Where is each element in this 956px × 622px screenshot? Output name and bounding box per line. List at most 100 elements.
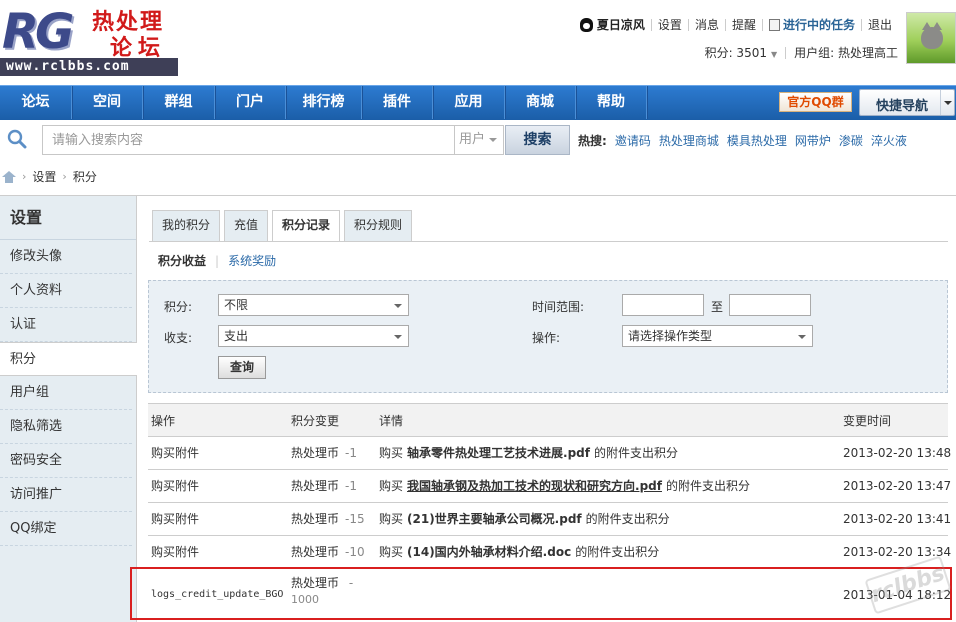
to-label: 至 [711,300,724,314]
main-content: 我的积分 充值 积分记录 积分规则 积分收益 | 系统奖励 积分: 不限 收支: 支出… [137,196,956,622]
nav-item[interactable]: 群组 [143,86,215,119]
logout-link[interactable]: 退出 [860,19,898,31]
row-detail: 购买 轴承零件热处理工艺技术进展.pdf 的附件支出积分 [379,437,678,469]
row-operation: 购买附件 [151,512,200,526]
row-detail-prefix: 购买 [379,545,404,559]
row-operation: 购买附件 [151,479,200,493]
row-operation: 购买附件 [151,446,200,460]
end-date-input[interactable] [729,294,811,316]
operation-value: 请选择操作类型 [628,329,713,343]
sidebar-item[interactable]: 访问推广 [0,478,132,512]
operation-label: 操作: [532,331,561,345]
sidebar-item[interactable]: 认证 [0,308,132,342]
hot-search-link[interactable]: 淬火液 [871,132,907,149]
nav-item[interactable]: 排行榜 [286,86,362,119]
settings-sidebar: 设置 修改头像 个人资料 认证 积分 用户组 隐私筛选 密码安全 访问推广 QQ绑定 [0,196,137,622]
qq-group-button[interactable]: 官方QQ群 [779,92,852,112]
row-detail: 购买 (14)国内外轴承材料介绍.doc 的附件支出积分 [379,536,659,568]
income-filter-value: 支出 [224,329,249,343]
operation-select[interactable]: 请选择操作类型 [622,325,813,347]
nav-item[interactable]: 帮助 [576,86,647,119]
home-icon[interactable] [2,170,16,183]
row-attachment-link[interactable]: 轴承零件热处理工艺技术进展.pdf [407,446,590,460]
row-detail-prefix: 购买 [379,446,404,460]
hot-search-link[interactable]: 网带炉 [795,132,831,149]
row-detail-suffix: 的附件支出积分 [585,512,670,526]
settings-link[interactable]: 设置 [650,19,688,31]
hot-search-link[interactable]: 模具热处理 [727,132,787,149]
header-operation: 操作 [151,414,176,428]
points-filter-value: 不限 [224,298,249,312]
subtab-income[interactable]: 积分收益 [158,252,206,269]
points-dropdown[interactable]: 积分: 3501 ▼ [705,44,778,61]
chevron-right-icon: › [22,170,27,183]
avatar[interactable] [906,12,956,64]
hot-search-link[interactable]: 邀请码 [615,132,651,149]
divider [785,46,787,59]
table-body: 购买附件 热处理币 -1 购买 轴承零件热处理工艺技术进展.pdf 的附件支出积分 2013… [148,437,952,621]
row-time: 2013-02-20 13:47 [843,479,952,493]
sidebar-item[interactable]: 个人资料 [0,274,132,308]
row-attachment-link[interactable]: (14)国内外轴承材料介绍.doc [407,545,571,559]
table-row: 购买附件 热处理币 -15 购买 (21)世界主要轴承公司概况.pdf 的附件支出积分 20… [148,503,952,536]
credit-tab[interactable]: 积分记录 [272,210,341,242]
header-detail: 详情 [379,414,404,428]
points-filter-select[interactable]: 不限 [218,294,409,316]
credit-tab[interactable]: 我的积分 [152,210,221,241]
tasks-link[interactable]: 进行中的任务 [761,19,861,31]
sidebar-item[interactable]: 修改头像 [0,240,132,274]
subtab-system-reward[interactable]: 系统奖励 [228,252,276,269]
row-attachment-link[interactable]: (21)世界主要轴承公司概况.pdf [407,512,582,526]
search-icon [7,129,27,149]
cat-avatar-image [921,22,943,49]
table-row: 购买附件 热处理币 -10 购买 (14)国内外轴承材料介绍.doc 的附件支出积分 201… [148,536,951,569]
hot-search-link[interactable]: 渗碳 [839,132,863,149]
row-delta: -1 [345,446,357,460]
search-button[interactable]: 搜索 [505,125,570,155]
reminders-link[interactable]: 提醒 [724,19,762,31]
task-icon [768,19,780,31]
row-time: 2013-02-20 13:41 [843,512,952,526]
credit-tabs: 我的积分 充值 积分记录 积分规则 [152,210,416,242]
start-date-input[interactable] [622,294,704,316]
row-attachment-link[interactable]: 我国轴承钢及热加工技术的现状和研究方向.pdf [407,479,662,493]
sidebar-item[interactable]: QQ绑定 [0,512,132,546]
breadcrumb-settings[interactable]: 设置 [32,168,56,185]
username-link[interactable]: 夏日凉风 [574,18,651,32]
row-operation: logs_credit_update_BGO [151,589,284,600]
site-header: RG 热处理 论坛 www.rclbbs.com 夏日凉风 设置 消息 提醒 进… [0,0,956,85]
credit-tab[interactable]: 积分规则 [344,210,413,241]
points-filter-label: 积分: [164,300,193,314]
sidebar-item[interactable]: 积分 [0,342,137,376]
row-operation: 购买附件 [151,545,200,559]
site-logo[interactable]: RG 热处理 论坛 www.rclbbs.com [0,0,180,78]
nav-item[interactable]: 门户 [215,86,286,119]
nav-item[interactable]: 插件 [362,86,433,119]
nav-item[interactable]: 空间 [72,86,143,119]
income-filter-select[interactable]: 支出 [218,325,409,347]
search-type-select[interactable]: 用户 [454,125,504,155]
table-row: 购买附件 热处理币 -1 购买 我国轴承钢及热加工技术的现状和研究方向.pdf 的附件支出… [148,470,952,503]
sidebar-item[interactable]: 隐私筛选 [0,410,132,444]
sidebar-item[interactable]: 用户组 [0,376,132,410]
messages-link[interactable]: 消息 [687,19,725,31]
nav-item[interactable]: 论坛 [0,86,72,119]
row-currency: 热处理币 [291,479,340,493]
nav-item[interactable]: 应用 [433,86,505,119]
table-row: logs_credit_update_BGO 热处理币 -1000 2013-01-… [148,569,951,621]
breadcrumb: › 设置 › 积分 [0,158,956,196]
credit-tab[interactable]: 充值 [224,210,269,241]
row-currency: 热处理币 [291,512,340,526]
income-filter-label: 收支: [164,331,193,345]
row-detail-suffix: 的附件支出积分 [575,545,660,559]
sidebar-item[interactable]: 密码安全 [0,444,132,478]
hot-search-link[interactable]: 热处理商城 [659,132,719,149]
nav-item[interactable]: 商城 [505,86,576,119]
chevron-down-icon [489,138,497,142]
query-button[interactable]: 查询 [218,356,266,379]
credit-log-table: 操作 积分变更 详情 变更时间 购买附件 热处理币 -1 购买 轴承零件热处理工艺技术进… [148,403,952,621]
search-bar: 用户 搜索 热搜: 邀请码热处理商城模具热处理网带炉渗碳淬火液 [0,120,956,158]
search-input[interactable] [42,125,454,155]
quick-nav-button[interactable]: 快捷导航 [859,89,955,116]
row-detail-prefix: 购买 [379,512,404,526]
